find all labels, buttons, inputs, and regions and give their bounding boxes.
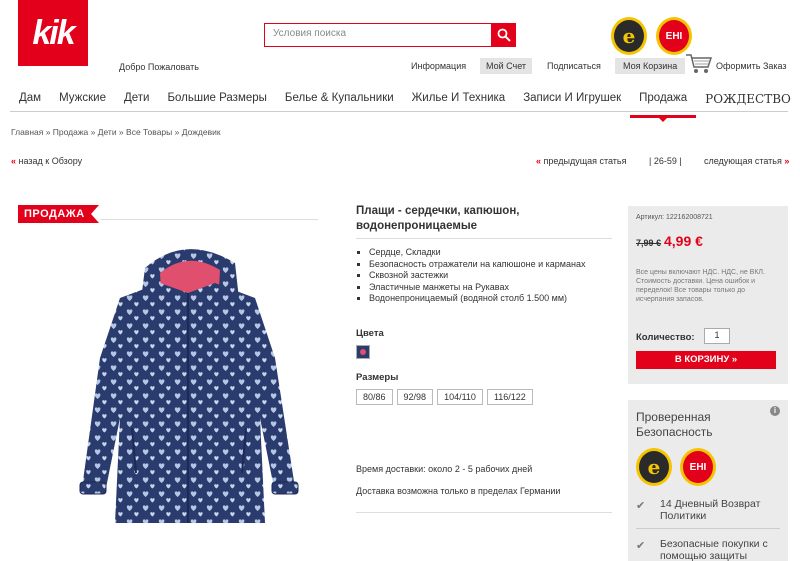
nav-item-sale[interactable]: Продажа: [630, 92, 697, 122]
back-to-overview-link[interactable]: « назад к Обзору: [11, 156, 82, 166]
checkout-link[interactable]: Оформить Заказ: [716, 61, 787, 71]
old-price: 7,99 €: [636, 238, 662, 248]
color-swatch[interactable]: [356, 345, 370, 359]
next-label: следующая статья: [704, 156, 782, 166]
ehi-text: EHI: [689, 461, 707, 473]
delivery-time: Время доставки: около 2 - 5 рабочих дней: [356, 464, 533, 474]
logo-text: kik: [32, 13, 75, 52]
vat-note: Все цены включают НДС. НДС, не ВКЛ. Стои…: [636, 269, 765, 303]
trust-item-label: Безопасные покупки с помощью защиты: [660, 538, 768, 561]
colors-label: Цвета: [356, 328, 384, 339]
add-to-cart-button[interactable]: В КОРЗИНУ »: [636, 351, 776, 369]
trusted-shops-badge[interactable]: e: [636, 448, 672, 486]
ehi-badge[interactable]: EHI: [656, 17, 692, 55]
size-option[interactable]: 116/122: [486, 389, 533, 405]
nav-item-home[interactable]: Жилье И Техника: [403, 92, 515, 112]
info-link[interactable]: Информация: [411, 61, 466, 71]
back-arrow-icon: «: [11, 156, 17, 166]
prev-label: предыдущая статья: [543, 156, 627, 166]
search-icon: [497, 28, 511, 42]
next-article-link[interactable]: следующая статья »: [704, 156, 789, 166]
feature-item: Водонепроницаемый (водяной столб 1.500 м…: [369, 293, 585, 305]
nav-item-christmas[interactable]: РОЖДЕСТВО: [696, 92, 800, 112]
trust-item-label: 14 Дневный Возврат Политики: [660, 498, 761, 522]
quantity-input[interactable]: 1: [704, 328, 730, 344]
buy-panel: Артикул: 122162008721 7,99 € 4,99 € Все …: [628, 206, 788, 384]
check-icon: ✔: [636, 500, 646, 512]
sale-divider: [100, 219, 318, 220]
size-options: 80/86 92/98 104/110 116/122: [356, 389, 533, 405]
new-price: 4,99 €: [664, 233, 703, 249]
search-input[interactable]: Условия поиска: [264, 23, 492, 47]
product-image[interactable]: [60, 238, 315, 530]
sizes-label: Размеры: [356, 372, 399, 383]
nav-item-men[interactable]: Мужские: [50, 92, 115, 112]
ehi-badge[interactable]: EHI: [680, 448, 716, 486]
nav-item-big-sizes[interactable]: Большие Размеры: [158, 92, 275, 112]
trust-item-returns: ✔ 14 Дневный Возврат Политики: [636, 498, 786, 522]
size-option[interactable]: 80/86: [356, 389, 393, 405]
title-divider: [356, 238, 612, 239]
size-option[interactable]: 92/98: [396, 389, 434, 405]
feature-item: Сердце, Складки: [369, 247, 585, 259]
delivery-note: Доставка возможна только в пределах Герм…: [356, 486, 561, 496]
previous-article-link[interactable]: « предыдущая статья: [536, 156, 627, 166]
my-account-link[interactable]: Мой Счет: [480, 58, 533, 74]
nav-item-toys[interactable]: Записи И Игрушек: [514, 92, 630, 112]
trusted-shops-badge[interactable]: e: [611, 17, 647, 55]
nav-item-underwear[interactable]: Белье & Купальники: [276, 92, 403, 112]
trust-item-secure: ✔ Безопасные покупки с помощью защиты: [636, 538, 786, 561]
nav-divider: [10, 111, 788, 112]
check-icon: ✔: [636, 540, 646, 552]
delivery-divider: [356, 512, 612, 513]
breadcrumb[interactable]: Главная » Продажа » Дети » Все Товары » …: [11, 127, 221, 137]
main-nav: Дам Мужские Дети Большие Размеры Белье &…: [10, 92, 791, 122]
quantity-label: Количество:: [636, 332, 695, 343]
info-icon[interactable]: i: [770, 406, 780, 416]
feature-item: Безопасность отражатели на капюшоне и ка…: [369, 259, 585, 271]
nav-item-women[interactable]: Дам: [10, 92, 50, 112]
feature-item: Сквозной застежки: [369, 270, 585, 282]
ehi-text: EHI: [665, 30, 683, 42]
feature-list: Сердце, Складки Безопасность отражатели …: [369, 247, 585, 305]
next-arrow-icon: »: [784, 156, 790, 166]
article-number: Артикул: 122162008721: [636, 214, 713, 221]
subscribe-link[interactable]: Подписаться: [547, 61, 601, 71]
cart-icon[interactable]: [684, 52, 712, 74]
sale-tag: ПРОДАЖА: [18, 205, 99, 223]
search-button[interactable]: [492, 23, 516, 47]
trust-divider: [636, 528, 780, 529]
article-counter: | 26-59 |: [649, 156, 682, 166]
back-label: назад к Обзору: [18, 156, 83, 166]
trusted-shops-letter: e: [647, 455, 661, 479]
kik-logo[interactable]: kik: [18, 0, 88, 66]
nav-item-kids[interactable]: Дети: [115, 92, 159, 112]
my-cart-link[interactable]: Моя Корзина: [615, 58, 686, 74]
prev-arrow-icon: «: [536, 156, 542, 166]
feature-item: Эластичные манжеты на Рукавах: [369, 282, 585, 294]
trust-title: Проверенная Безопасность: [636, 410, 713, 439]
trust-panel: Проверенная Безопасность i e EHI ✔ 14 Дне…: [628, 400, 788, 561]
product-title: Плащи - сердечки, капюшон, водонепроница…: [356, 205, 520, 232]
welcome-text: Добро Пожаловать: [119, 62, 199, 72]
trusted-shops-letter: e: [622, 24, 636, 48]
size-option[interactable]: 104/110: [437, 389, 483, 405]
